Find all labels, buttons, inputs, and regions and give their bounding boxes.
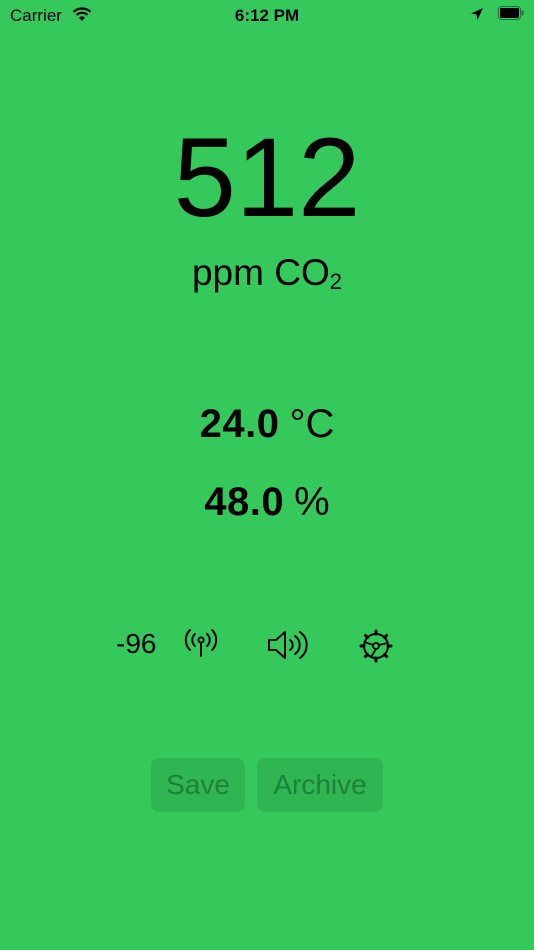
- antenna-icon[interactable]: [184, 628, 218, 660]
- co2-unit-text: ppm CO: [191, 252, 330, 293]
- battery-icon: [498, 6, 524, 20]
- archive-button[interactable]: Archive: [257, 758, 383, 812]
- co2-unit: ppm CO2: [0, 252, 534, 303]
- co2-unit-subscript: 2: [329, 269, 342, 294]
- location-arrow-icon: [471, 8, 483, 20]
- temperature-value: 24.0: [199, 402, 280, 446]
- rssi-value: -96: [116, 628, 157, 659]
- control-row: -96: [0, 624, 534, 664]
- temperature-unit: °C: [289, 402, 335, 446]
- save-button[interactable]: Save: [151, 758, 245, 812]
- status-bar: Carrier 6:12 PM: [0, 0, 534, 30]
- humidity-reading: 48.0%: [0, 478, 534, 526]
- co2-value: 512: [173, 115, 361, 240]
- gear-icon[interactable]: [358, 628, 394, 664]
- speaker-icon[interactable]: [266, 628, 308, 662]
- clock: 6:12 PM: [234, 6, 300, 25]
- temperature-reading: 24.0 °C: [0, 400, 534, 448]
- humidity-unit: %: [294, 480, 330, 524]
- humidity-value: 48.0: [204, 480, 285, 524]
